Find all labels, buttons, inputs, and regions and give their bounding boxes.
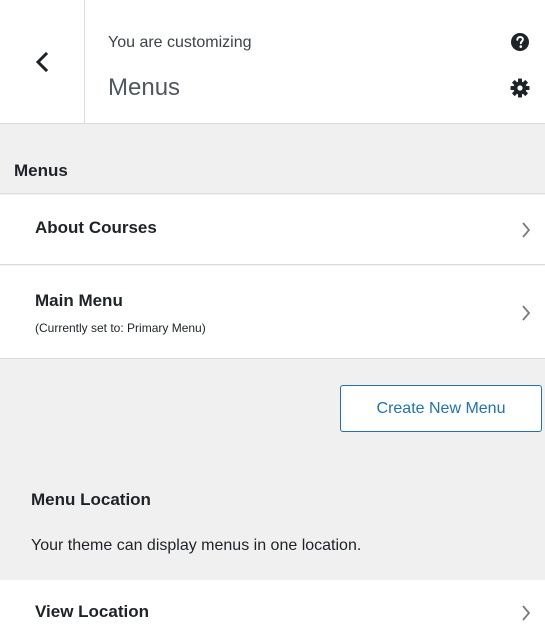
chevron-right-icon: [522, 605, 531, 621]
chevron-right-icon: [522, 222, 531, 238]
menu-location-heading: Menu Location: [31, 490, 151, 509]
customizing-label: You are customizing: [108, 34, 252, 51]
customizer-header: You are customizing Menus: [0, 0, 545, 124]
section-heading: Menus: [0, 124, 545, 194]
menu-item-location-note: (Currently set to: Primary Menu): [35, 321, 206, 335]
view-location-item[interactable]: View Location: [0, 580, 545, 625]
menu-item-about-courses[interactable]: About Courses: [0, 195, 545, 265]
panel-title: Menus: [108, 74, 181, 101]
question-circle-icon[interactable]: [511, 33, 529, 51]
menu-item-label: Main Menu: [35, 291, 123, 310]
back-button[interactable]: [0, 0, 85, 123]
section-heading-label: Menus: [14, 161, 68, 180]
create-new-menu-button[interactable]: Create New Menu: [340, 385, 542, 432]
chevron-right-icon: [522, 305, 531, 321]
menu-item-main-menu[interactable]: Main Menu (Currently set to: Primary Men…: [0, 266, 545, 359]
menu-location-description: Your theme can display menus in one loca…: [31, 537, 362, 554]
menu-item-label: About Courses: [35, 218, 157, 237]
gear-icon[interactable]: [510, 78, 530, 98]
chevron-left-icon: [35, 51, 49, 72]
view-location-label: View Location: [35, 602, 149, 621]
